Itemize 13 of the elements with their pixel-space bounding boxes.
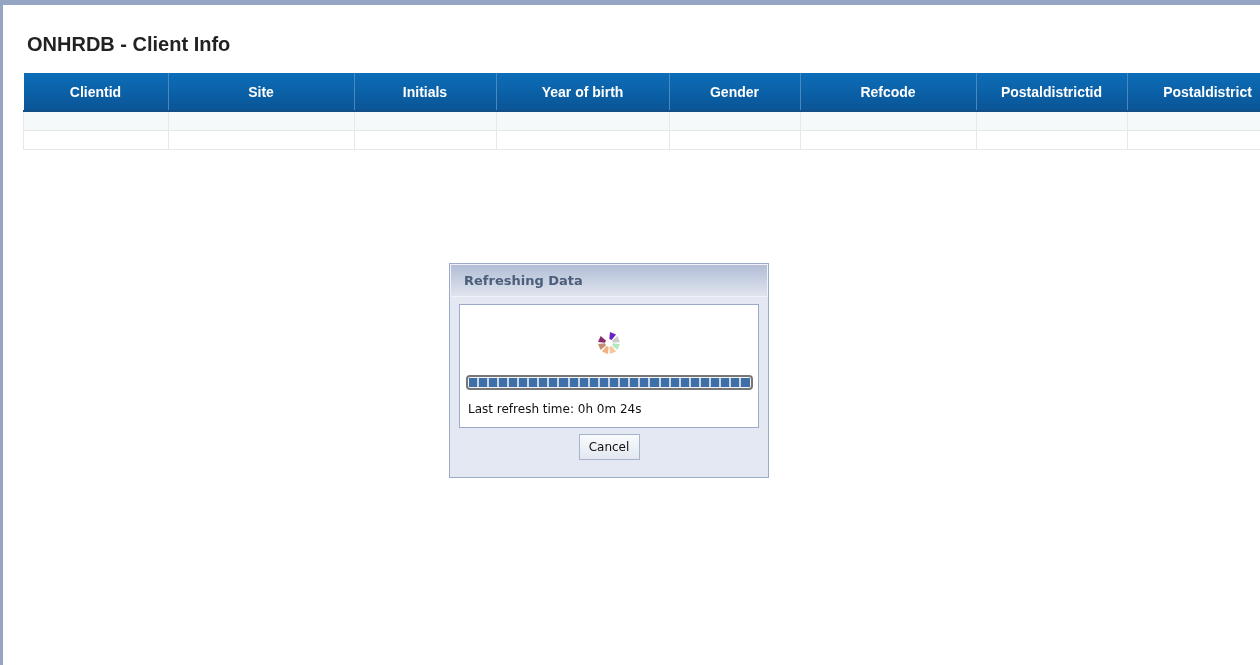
column-header[interactable]: Postaldistrict [1127,73,1260,111]
column-header[interactable]: Year of birth [496,73,669,111]
column-header[interactable]: Gender [669,73,800,111]
column-header[interactable]: Clientid [23,73,168,111]
cancel-button[interactable]: Cancel [578,434,640,460]
column-header[interactable]: Postaldistrictid [976,73,1127,111]
column-header[interactable]: Site [168,73,354,111]
column-header[interactable]: Initials [354,73,496,111]
column-header[interactable]: Refcode [800,73,976,111]
dialog-title: Refreshing Data [450,264,768,297]
page-title: ONHRDB - Client Info [27,33,232,55]
loading-spinner-icon [597,331,621,355]
status-text: Last refresh time: 0h 0m 24s [468,402,642,416]
